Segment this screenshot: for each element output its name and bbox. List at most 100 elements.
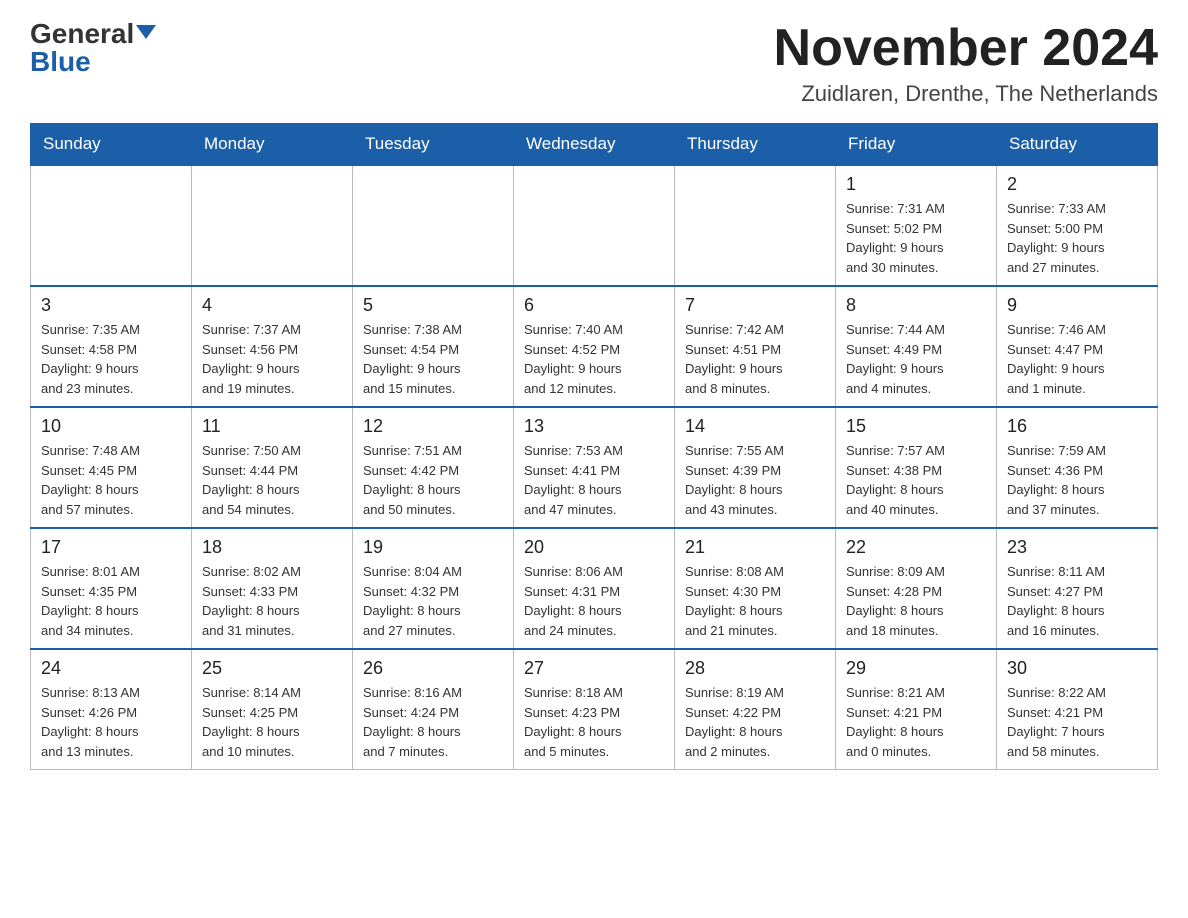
- day-info: Sunrise: 8:09 AM Sunset: 4:28 PM Dayligh…: [846, 562, 986, 640]
- calendar-cell: 23 Sunrise: 8:11 AM Sunset: 4:27 PM Dayli…: [997, 528, 1158, 649]
- logo-blue-text: Blue: [30, 48, 91, 76]
- day-info: Sunrise: 7:55 AM Sunset: 4:39 PM Dayligh…: [685, 441, 825, 519]
- calendar-cell: 11 Sunrise: 7:50 AM Sunset: 4:44 PM Dayli…: [192, 407, 353, 528]
- calendar-cell: 14Sunrise: 7:55 AM Sunset: 4:39 PM Dayli…: [675, 407, 836, 528]
- day-number: 21: [685, 537, 825, 558]
- calendar-week-row: 24 Sunrise: 8:13 AM Sunset: 4:26 PM Dayli…: [31, 649, 1158, 770]
- day-number: 27: [524, 658, 664, 679]
- day-number: 3: [41, 295, 181, 316]
- day-number: 10: [41, 416, 181, 437]
- weekday-header-monday: Monday: [192, 124, 353, 166]
- location-subtitle: Zuidlaren, Drenthe, The Netherlands: [774, 81, 1158, 107]
- calendar-cell: 18 Sunrise: 8:02 AM Sunset: 4:33 PM Dayli…: [192, 528, 353, 649]
- weekday-header-tuesday: Tuesday: [353, 124, 514, 166]
- calendar-cell: 10Sunrise: 7:48 AM Sunset: 4:45 PM Dayli…: [31, 407, 192, 528]
- calendar-table: SundayMondayTuesdayWednesdayThursdayFrid…: [30, 123, 1158, 770]
- calendar-cell: 21Sunrise: 8:08 AM Sunset: 4:30 PM Dayli…: [675, 528, 836, 649]
- day-number: 18: [202, 537, 342, 558]
- calendar-cell: 6 Sunrise: 7:40 AM Sunset: 4:52 PM Daylig…: [514, 286, 675, 407]
- day-number: 22: [846, 537, 986, 558]
- day-info: Sunrise: 8:11 AM Sunset: 4:27 PM Dayligh…: [1007, 562, 1147, 640]
- day-number: 25: [202, 658, 342, 679]
- calendar-cell: 17 Sunrise: 8:01 AM Sunset: 4:35 PM Dayli…: [31, 528, 192, 649]
- day-info: Sunrise: 7:59 AM Sunset: 4:36 PM Dayligh…: [1007, 441, 1147, 519]
- calendar-cell: 26 Sunrise: 8:16 AM Sunset: 4:24 PM Dayli…: [353, 649, 514, 770]
- calendar-cell: 2Sunrise: 7:33 AM Sunset: 5:00 PM Daylig…: [997, 165, 1158, 286]
- day-number: 6: [524, 295, 664, 316]
- day-number: 5: [363, 295, 503, 316]
- calendar-cell: 5 Sunrise: 7:38 AM Sunset: 4:54 PM Daylig…: [353, 286, 514, 407]
- logo: General Blue: [30, 20, 156, 76]
- day-info: Sunrise: 7:38 AM Sunset: 4:54 PM Dayligh…: [363, 320, 503, 398]
- day-info: Sunrise: 8:19 AM Sunset: 4:22 PM Dayligh…: [685, 683, 825, 761]
- day-info: Sunrise: 7:33 AM Sunset: 5:00 PM Dayligh…: [1007, 199, 1147, 277]
- day-info: Sunrise: 7:51 AM Sunset: 4:42 PM Dayligh…: [363, 441, 503, 519]
- day-info: Sunrise: 8:04 AM Sunset: 4:32 PM Dayligh…: [363, 562, 503, 640]
- day-number: 4: [202, 295, 342, 316]
- calendar-cell: 13 Sunrise: 7:53 AM Sunset: 4:41 PM Dayli…: [514, 407, 675, 528]
- day-number: 12: [363, 416, 503, 437]
- weekday-header-saturday: Saturday: [997, 124, 1158, 166]
- day-number: 1: [846, 174, 986, 195]
- weekday-header-friday: Friday: [836, 124, 997, 166]
- day-info: Sunrise: 8:16 AM Sunset: 4:24 PM Dayligh…: [363, 683, 503, 761]
- calendar-cell: 28Sunrise: 8:19 AM Sunset: 4:22 PM Dayli…: [675, 649, 836, 770]
- calendar-cell: 20 Sunrise: 8:06 AM Sunset: 4:31 PM Dayli…: [514, 528, 675, 649]
- calendar-cell: 25 Sunrise: 8:14 AM Sunset: 4:25 PM Dayli…: [192, 649, 353, 770]
- calendar-week-row: 17 Sunrise: 8:01 AM Sunset: 4:35 PM Dayli…: [31, 528, 1158, 649]
- day-number: 19: [363, 537, 503, 558]
- day-info: Sunrise: 8:21 AM Sunset: 4:21 PM Dayligh…: [846, 683, 986, 761]
- day-number: 17: [41, 537, 181, 558]
- month-title: November 2024: [774, 20, 1158, 77]
- calendar-cell: 22 Sunrise: 8:09 AM Sunset: 4:28 PM Dayli…: [836, 528, 997, 649]
- calendar-cell: 3 Sunrise: 7:35 AM Sunset: 4:58 PM Daylig…: [31, 286, 192, 407]
- day-number: 24: [41, 658, 181, 679]
- weekday-header-sunday: Sunday: [31, 124, 192, 166]
- day-info: Sunrise: 8:14 AM Sunset: 4:25 PM Dayligh…: [202, 683, 342, 761]
- day-number: 13: [524, 416, 664, 437]
- day-info: Sunrise: 7:40 AM Sunset: 4:52 PM Dayligh…: [524, 320, 664, 398]
- day-info: Sunrise: 8:13 AM Sunset: 4:26 PM Dayligh…: [41, 683, 181, 761]
- day-info: Sunrise: 7:57 AM Sunset: 4:38 PM Dayligh…: [846, 441, 986, 519]
- day-number: 7: [685, 295, 825, 316]
- day-number: 20: [524, 537, 664, 558]
- day-info: Sunrise: 8:02 AM Sunset: 4:33 PM Dayligh…: [202, 562, 342, 640]
- calendar-cell: [192, 165, 353, 286]
- weekday-header-thursday: Thursday: [675, 124, 836, 166]
- calendar-cell: 27 Sunrise: 8:18 AM Sunset: 4:23 PM Dayli…: [514, 649, 675, 770]
- calendar-week-row: 3 Sunrise: 7:35 AM Sunset: 4:58 PM Daylig…: [31, 286, 1158, 407]
- calendar-cell: 4 Sunrise: 7:37 AM Sunset: 4:56 PM Daylig…: [192, 286, 353, 407]
- calendar-cell: [675, 165, 836, 286]
- day-info: Sunrise: 8:06 AM Sunset: 4:31 PM Dayligh…: [524, 562, 664, 640]
- day-info: Sunrise: 7:37 AM Sunset: 4:56 PM Dayligh…: [202, 320, 342, 398]
- day-number: 15: [846, 416, 986, 437]
- day-number: 16: [1007, 416, 1147, 437]
- day-number: 29: [846, 658, 986, 679]
- day-info: Sunrise: 7:46 AM Sunset: 4:47 PM Dayligh…: [1007, 320, 1147, 398]
- day-number: 11: [202, 416, 342, 437]
- calendar-cell: [353, 165, 514, 286]
- calendar-cell: 7 Sunrise: 7:42 AM Sunset: 4:51 PM Daylig…: [675, 286, 836, 407]
- calendar-cell: 12 Sunrise: 7:51 AM Sunset: 4:42 PM Dayli…: [353, 407, 514, 528]
- day-info: Sunrise: 8:01 AM Sunset: 4:35 PM Dayligh…: [41, 562, 181, 640]
- day-number: 26: [363, 658, 503, 679]
- logo-triangle-icon: [136, 25, 156, 39]
- day-info: Sunrise: 7:50 AM Sunset: 4:44 PM Dayligh…: [202, 441, 342, 519]
- day-info: Sunrise: 8:18 AM Sunset: 4:23 PM Dayligh…: [524, 683, 664, 761]
- calendar-cell: 15 Sunrise: 7:57 AM Sunset: 4:38 PM Dayli…: [836, 407, 997, 528]
- day-number: 8: [846, 295, 986, 316]
- calendar-cell: 16 Sunrise: 7:59 AM Sunset: 4:36 PM Dayli…: [997, 407, 1158, 528]
- calendar-cell: 29 Sunrise: 8:21 AM Sunset: 4:21 PM Dayli…: [836, 649, 997, 770]
- logo-general-text: General: [30, 20, 134, 48]
- day-info: Sunrise: 7:42 AM Sunset: 4:51 PM Dayligh…: [685, 320, 825, 398]
- calendar-week-row: 1 Sunrise: 7:31 AM Sunset: 5:02 PM Daylig…: [31, 165, 1158, 286]
- day-info: Sunrise: 7:53 AM Sunset: 4:41 PM Dayligh…: [524, 441, 664, 519]
- day-info: Sunrise: 7:31 AM Sunset: 5:02 PM Dayligh…: [846, 199, 986, 277]
- header: General Blue November 2024 Zuidlaren, Dr…: [30, 20, 1158, 107]
- calendar-cell: 19 Sunrise: 8:04 AM Sunset: 4:32 PM Dayli…: [353, 528, 514, 649]
- day-number: 23: [1007, 537, 1147, 558]
- calendar-cell: [514, 165, 675, 286]
- title-area: November 2024 Zuidlaren, Drenthe, The Ne…: [774, 20, 1158, 107]
- weekday-header-row: SundayMondayTuesdayWednesdayThursdayFrid…: [31, 124, 1158, 166]
- day-info: Sunrise: 7:35 AM Sunset: 4:58 PM Dayligh…: [41, 320, 181, 398]
